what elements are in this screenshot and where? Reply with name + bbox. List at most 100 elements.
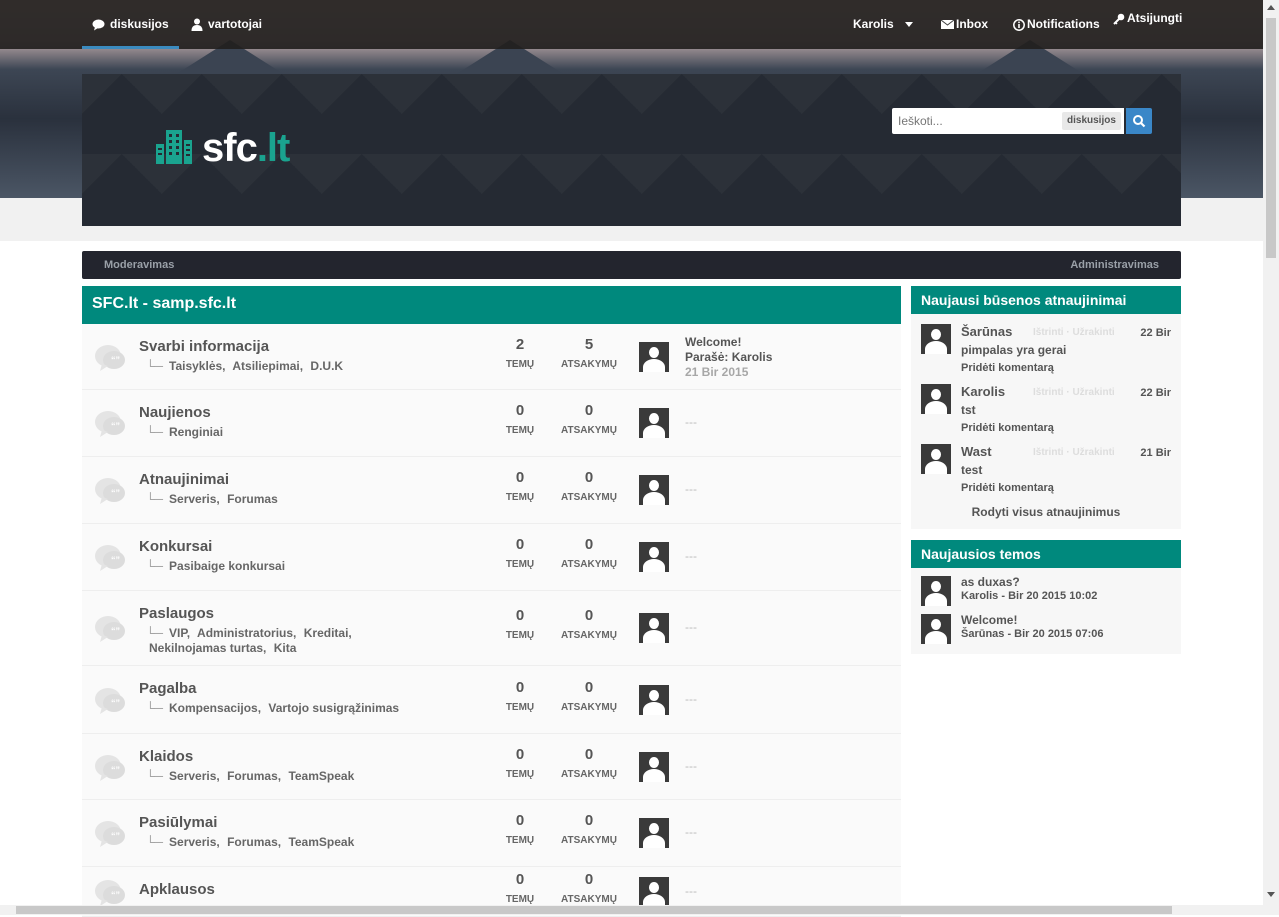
subforum-link[interactable]: VIP, (169, 626, 190, 640)
topics-stat: 0 TEMŲ (485, 402, 555, 436)
subforum-link[interactable]: Kompensacijos, (169, 701, 261, 715)
scroll-up-arrow-icon[interactable] (1267, 5, 1275, 10)
nav-inbox[interactable]: Inbox (941, 0, 988, 49)
avatar[interactable] (639, 818, 669, 848)
subforum-link[interactable]: Nekilnojamas turtas, (149, 641, 266, 655)
latest-topic-title-link[interactable]: as duxas? (961, 575, 1020, 589)
forum-title-link[interactable]: Pagalba (139, 680, 197, 697)
forum-bubble-icon: “” (94, 686, 126, 716)
vertical-scrollbar-thumb[interactable] (1266, 18, 1276, 258)
avatar[interactable] (921, 384, 951, 414)
search-scope[interactable]: diskusijos (1062, 112, 1121, 130)
subforum-link[interactable]: Kreditai, (304, 626, 352, 640)
no-posts-placeholder: --- (685, 620, 697, 634)
subforum-link[interactable]: Forumas (227, 492, 278, 506)
forum-title-link[interactable]: Konkursai (139, 538, 212, 555)
avatar[interactable] (639, 408, 669, 438)
subforum-link[interactable]: Forumas, (227, 769, 281, 783)
subforum-list: └─ Taisyklės, Atsiliepimai, D.U.K (146, 359, 466, 374)
latest-topic-title-link[interactable]: Welcome! (961, 613, 1017, 627)
avatar[interactable] (921, 444, 951, 474)
scroll-down-arrow-icon[interactable] (1267, 892, 1275, 897)
avatar[interactable] (639, 341, 669, 372)
envelope-icon (941, 20, 954, 30)
horizontal-scrollbar-thumb[interactable] (16, 906, 1172, 914)
subforum-link[interactable]: TeamSpeak (288, 769, 354, 783)
show-all-updates-link[interactable]: Rodyti visus atnaujinimus (911, 494, 1181, 529)
subforum-link[interactable]: Vartojo susigrąžinimas (268, 701, 399, 715)
svg-text:“”: “” (111, 698, 120, 708)
subforum-link[interactable]: Administratorius, (197, 626, 296, 640)
replies-stat-label: ATSAKYMŲ (561, 835, 617, 846)
status-date: 21 Bir (1140, 447, 1171, 459)
subforum-link[interactable]: Atsiliepimai, (232, 359, 303, 373)
avatar[interactable] (639, 684, 669, 715)
topics-stat-label: TEMŲ (505, 835, 535, 846)
forum-bubble-icon: “” (94, 819, 126, 849)
forum-title-link[interactable]: Paslaugos (139, 605, 214, 622)
nav-diskusijos[interactable]: diskusijos (82, 0, 179, 49)
subforum-link[interactable]: D.U.K (310, 359, 343, 373)
search-button[interactable] (1126, 108, 1152, 134)
logo-main-text: sfc (202, 126, 258, 170)
forum-title-link[interactable]: Pasiūlymai (139, 814, 217, 831)
status-message: tst (961, 403, 976, 417)
add-comment-link[interactable]: Pridėti komentarą (961, 362, 1054, 374)
replies-stat: 0 ATSAKYMŲ (554, 679, 624, 713)
topics-stat-count: 2 (515, 335, 525, 353)
status-author-link[interactable]: Šarūnas (961, 324, 1012, 339)
subforum-link[interactable]: TeamSpeak (288, 835, 354, 849)
avatar[interactable] (921, 614, 951, 644)
last-post-title-link[interactable]: Welcome! (685, 335, 772, 350)
latest-topic-meta: Šarūnas - Bir 20 2015 07:06 (961, 628, 1104, 640)
subforum-link[interactable]: Serveris, (169, 492, 220, 506)
tree-branch-icon: └─ (146, 492, 164, 506)
avatar[interactable] (921, 324, 951, 354)
topics-stat-label: TEMŲ (505, 492, 535, 503)
subforum-list: └─ Pasibaige konkursai (146, 559, 466, 574)
replies-stat: 0 ATSAKYMŲ (554, 812, 624, 846)
horizontal-scrollbar[interactable] (0, 905, 1263, 915)
avatar[interactable] (639, 751, 669, 782)
forum-title-link[interactable]: Atnaujinimai (139, 471, 229, 488)
topics-stat-count: 0 (515, 536, 525, 553)
status-actions[interactable]: Ištrinti · Užrakinti (1033, 387, 1115, 398)
user-menu[interactable]: Karolis (853, 0, 914, 49)
subforum-link[interactable]: Pasibaige konkursai (169, 559, 285, 573)
subforum-link[interactable]: Serveris, (169, 835, 220, 849)
topics-stat-label: TEMŲ (505, 559, 535, 570)
avatar[interactable] (639, 613, 669, 643)
replies-stat-count: 0 (584, 536, 594, 553)
add-comment-link[interactable]: Pridėti komentarą (961, 482, 1054, 494)
nav-notifications[interactable]: Notifications (1013, 0, 1100, 49)
status-author-link[interactable]: Karolis (961, 384, 1005, 399)
administration-link[interactable]: Administravimas (1070, 251, 1159, 279)
subforum-link[interactable]: Taisyklės, (169, 359, 225, 373)
nav-logout[interactable]: Atsijungti (1113, 0, 1182, 43)
subforum-list: └─ VIP, Administratorius, Kreditai, Nekil… (146, 626, 466, 656)
forum-title-link[interactable]: Naujienos (139, 404, 211, 421)
forum-title-link[interactable]: Apklausos (139, 881, 215, 898)
avatar[interactable] (639, 876, 669, 907)
subforum-link[interactable]: Forumas, (227, 835, 281, 849)
status-actions[interactable]: Ištrinti · Užrakinti (1033, 447, 1115, 458)
nav-vartotojai[interactable]: vartotojai (191, 0, 262, 49)
avatar[interactable] (921, 576, 951, 606)
forum-title-link[interactable]: Svarbi informacija (139, 338, 269, 355)
topics-stat-count: 0 (515, 812, 525, 829)
subforum-link[interactable]: Renginiai (169, 425, 223, 439)
topics-stat-label: TEMŲ (505, 768, 535, 780)
avatar[interactable] (639, 475, 669, 505)
status-actions[interactable]: Ištrinti · Užrakinti (1033, 327, 1115, 338)
vertical-scrollbar[interactable] (1263, 0, 1279, 915)
no-posts-placeholder: --- (685, 758, 697, 773)
add-comment-link[interactable]: Pridėti komentarą (961, 422, 1054, 434)
topics-stat-count: 0 (515, 607, 525, 624)
subforum-link[interactable]: Kita (274, 641, 297, 655)
forum-category-header[interactable]: SFC.lt - samp.sfc.lt (82, 286, 901, 324)
status-author-link[interactable]: Wast (961, 444, 992, 459)
moderation-link[interactable]: Moderavimas (104, 251, 174, 279)
forum-title-link[interactable]: Klaidos (139, 748, 193, 765)
avatar[interactable] (639, 542, 669, 572)
subforum-link[interactable]: Serveris, (169, 769, 220, 783)
